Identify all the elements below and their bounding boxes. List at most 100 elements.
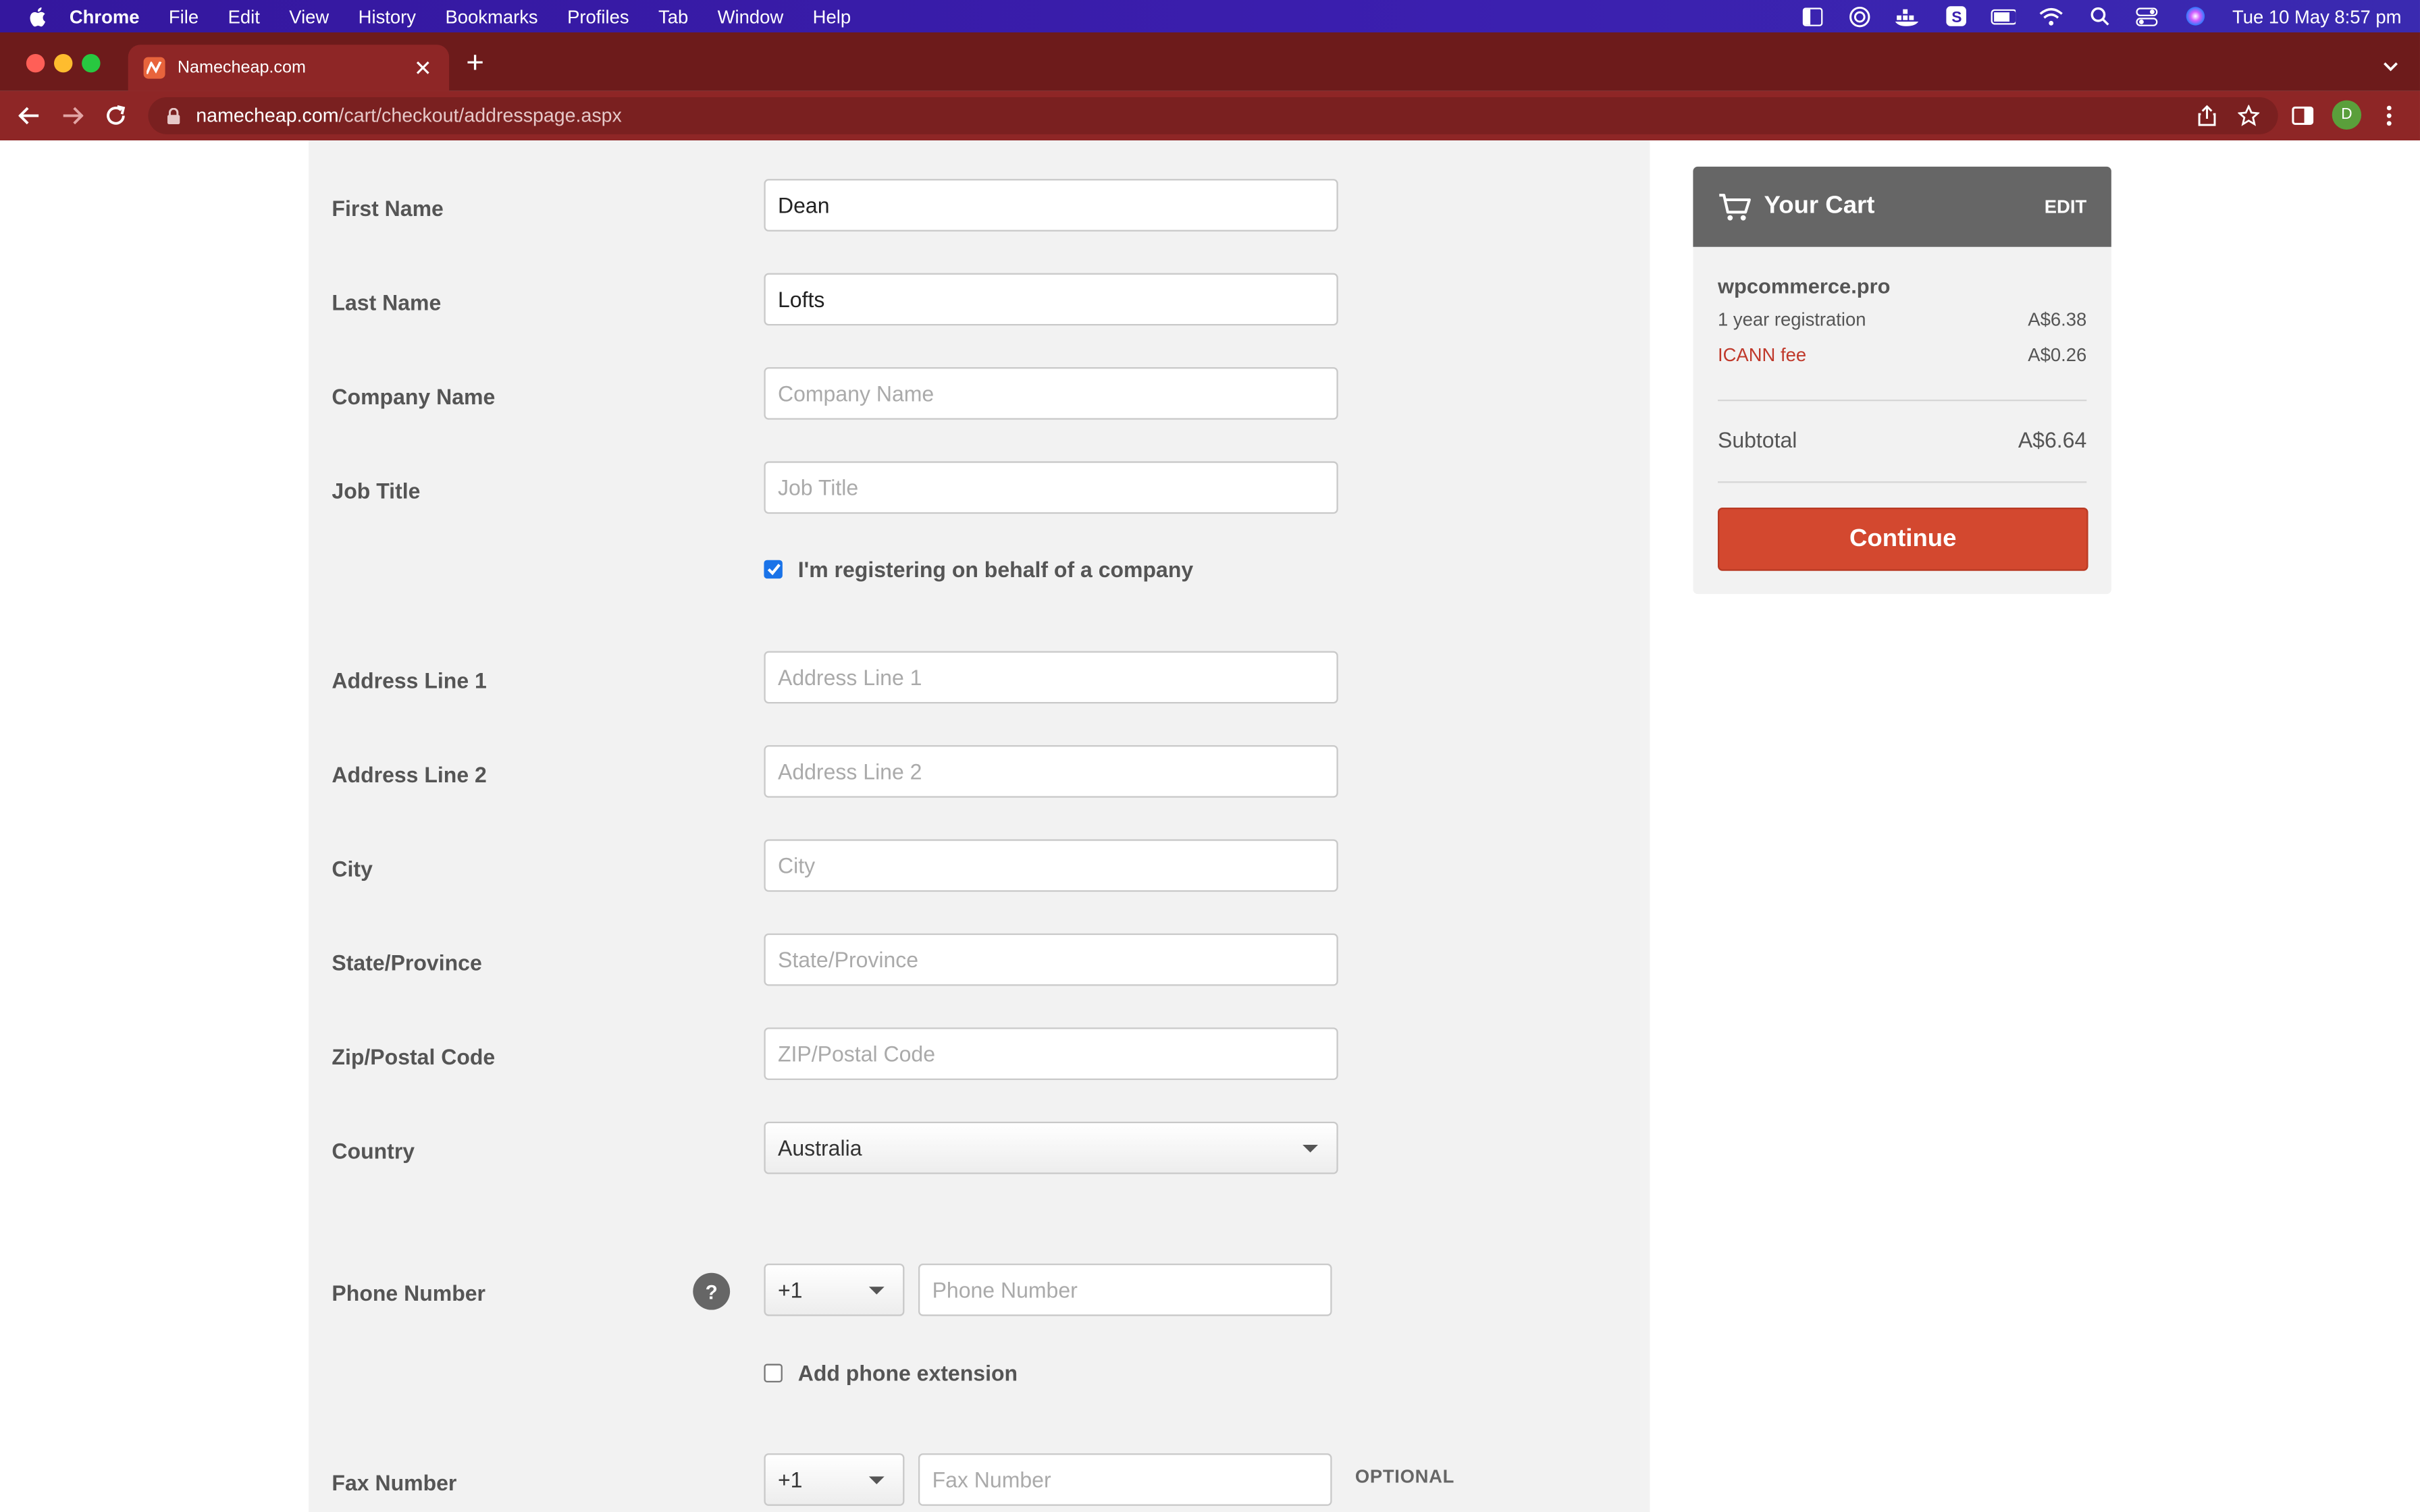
status-area: S Tue 10 May 8:57 pm	[1777, 0, 2402, 32]
cart-divider	[1717, 481, 2087, 483]
phone-number-input[interactable]	[918, 1263, 1332, 1316]
phone-extension-checkbox[interactable]	[764, 1364, 783, 1382]
zip-label: Zip/Postal Code	[332, 1044, 496, 1069]
phone-extension-row[interactable]: Add phone extension	[764, 1361, 1018, 1386]
control-center-icon[interactable]	[2135, 5, 2160, 27]
subtotal-label: Subtotal	[1717, 427, 1797, 452]
namecheap-favicon	[143, 57, 165, 79]
more-icon[interactable]	[2375, 102, 2403, 130]
airdrop-icon[interactable]	[1848, 5, 1873, 27]
phone-country-code-select[interactable]: +1	[764, 1263, 905, 1316]
star-icon[interactable]	[2235, 102, 2263, 130]
zoom-window-button[interactable]	[82, 53, 101, 73]
company-checkbox-row[interactable]: I'm registering on behalf of a company	[764, 557, 1193, 582]
fax-country-code-select[interactable]: +1	[764, 1453, 905, 1506]
address-line-1-input[interactable]	[764, 651, 1338, 704]
city-input[interactable]	[764, 839, 1338, 892]
menu-help[interactable]: Help	[813, 5, 851, 27]
address-line-1-label: Address Line 1	[332, 668, 487, 693]
sidebar-status-icon[interactable]	[1800, 5, 1825, 27]
browser-tab-namecheap[interactable]: Namecheap.com ✕	[128, 45, 450, 91]
close-window-button[interactable]	[26, 53, 45, 73]
cart-registration-line: 1 year registration A$6.38	[1718, 308, 2086, 330]
docker-icon[interactable]	[1895, 5, 1921, 27]
country-select[interactable]: Australia	[764, 1121, 1338, 1174]
last-name-input[interactable]	[764, 273, 1338, 326]
clock[interactable]: Tue 10 May 8:57 pm	[2232, 5, 2402, 27]
address-form: First Name Last Name Company Name Job Ti…	[309, 140, 1650, 1512]
cart-summary: Your Cart EDIT wpcommerce.pro 1 year reg…	[1693, 166, 2111, 594]
forward-icon[interactable]	[59, 102, 86, 130]
cart-header: Your Cart EDIT	[1693, 166, 2111, 247]
company-name-label: Company Name	[332, 384, 496, 409]
minimize-window-button[interactable]	[53, 53, 73, 73]
registration-label: 1 year registration	[1717, 308, 1866, 331]
close-tab-icon[interactable]: ✕	[412, 55, 433, 81]
state-label: State/Province	[332, 950, 482, 975]
share-icon[interactable]	[2193, 102, 2221, 130]
company-checkbox[interactable]	[764, 560, 783, 579]
job-title-input[interactable]	[764, 461, 1338, 514]
siri-icon[interactable]	[2183, 5, 2208, 27]
job-title-label: Job Title	[332, 478, 421, 504]
registration-price: A$6.38	[2028, 308, 2087, 331]
fax-optional-label: OPTIONAL	[1354, 1465, 1455, 1488]
city-label: City	[332, 856, 373, 882]
menu-profiles[interactable]: Profiles	[567, 5, 629, 27]
zip-input[interactable]	[764, 1027, 1338, 1080]
cart-domain-name: wpcommerce.pro	[1717, 274, 1891, 298]
last-name-label: Last Name	[332, 290, 442, 315]
menu-history[interactable]: History	[359, 5, 416, 27]
address-line-2-label: Address Line 2	[332, 762, 487, 787]
battery-icon[interactable]	[1991, 5, 2016, 27]
country-label: Country	[332, 1138, 415, 1164]
continue-button[interactable]: Continue	[1717, 507, 2088, 571]
macos-menu-bar: Chrome File Edit View History Bookmarks …	[0, 0, 2420, 32]
apple-icon[interactable]	[26, 5, 48, 27]
country-value: Australia	[777, 1135, 862, 1160]
fax-number-input[interactable]	[918, 1453, 1332, 1506]
reload-icon[interactable]	[102, 102, 130, 130]
page-content: First Name Last Name Company Name Job Ti…	[0, 140, 2420, 1512]
state-input[interactable]	[764, 933, 1338, 986]
s-app-icon[interactable]: S	[1944, 5, 1969, 27]
spotlight-search-icon[interactable]	[2087, 5, 2112, 27]
menu-app-name[interactable]: Chrome	[70, 5, 140, 27]
menu-edit[interactable]: Edit	[228, 5, 260, 27]
phone-number-label: Phone Number	[332, 1280, 486, 1305]
phone-code-value: +1	[777, 1277, 803, 1303]
cart-edit-link[interactable]: EDIT	[2045, 196, 2086, 217]
icann-fee-price: A$0.26	[2028, 344, 2087, 366]
sidepanel-icon[interactable]	[2289, 102, 2317, 130]
menu-view[interactable]: View	[289, 5, 329, 27]
cart-title: Your Cart	[1764, 192, 1875, 219]
wifi-icon[interactable]	[2039, 5, 2064, 27]
menu-bookmarks[interactable]: Bookmarks	[445, 5, 537, 27]
new-tab-icon[interactable]: +	[466, 48, 484, 79]
profile-avatar[interactable]: D	[2332, 100, 2362, 130]
browser-toolbar: namecheap.com/cart/checkout/addresspage.…	[0, 90, 2420, 140]
chevron-down-icon	[868, 1287, 885, 1295]
menu-window[interactable]: Window	[718, 5, 784, 27]
back-icon[interactable]	[16, 102, 43, 130]
cart-icon	[1718, 191, 1752, 222]
cart-icann-line: ICANN fee A$0.26	[1718, 344, 2086, 366]
chevron-down-icon	[868, 1476, 885, 1484]
tab-search-chevron-icon[interactable]	[2383, 53, 2398, 80]
svg-text:S: S	[1951, 8, 1962, 26]
url-path: /cart/checkout/addresspage.aspx	[338, 105, 622, 127]
lock-icon[interactable]	[167, 107, 182, 125]
menu-file[interactable]: File	[169, 5, 199, 27]
help-icon[interactable]: ?	[693, 1272, 731, 1310]
cart-divider	[1717, 399, 2087, 402]
address-bar[interactable]: namecheap.com/cart/checkout/addresspage.…	[148, 97, 2278, 134]
address-line-2-input[interactable]	[764, 745, 1338, 798]
icann-fee-label: ICANN fee	[1717, 344, 1807, 366]
menu-tab[interactable]: Tab	[658, 5, 688, 27]
cart-subtotal: Subtotal A$6.64	[1718, 427, 2086, 452]
company-name-input[interactable]	[764, 367, 1338, 420]
url-host: namecheap.com	[196, 105, 339, 127]
fax-number-label: Fax Number	[332, 1470, 457, 1495]
first-name-input[interactable]	[764, 179, 1338, 232]
tab-strip: Namecheap.com ✕ +	[0, 32, 2420, 91]
